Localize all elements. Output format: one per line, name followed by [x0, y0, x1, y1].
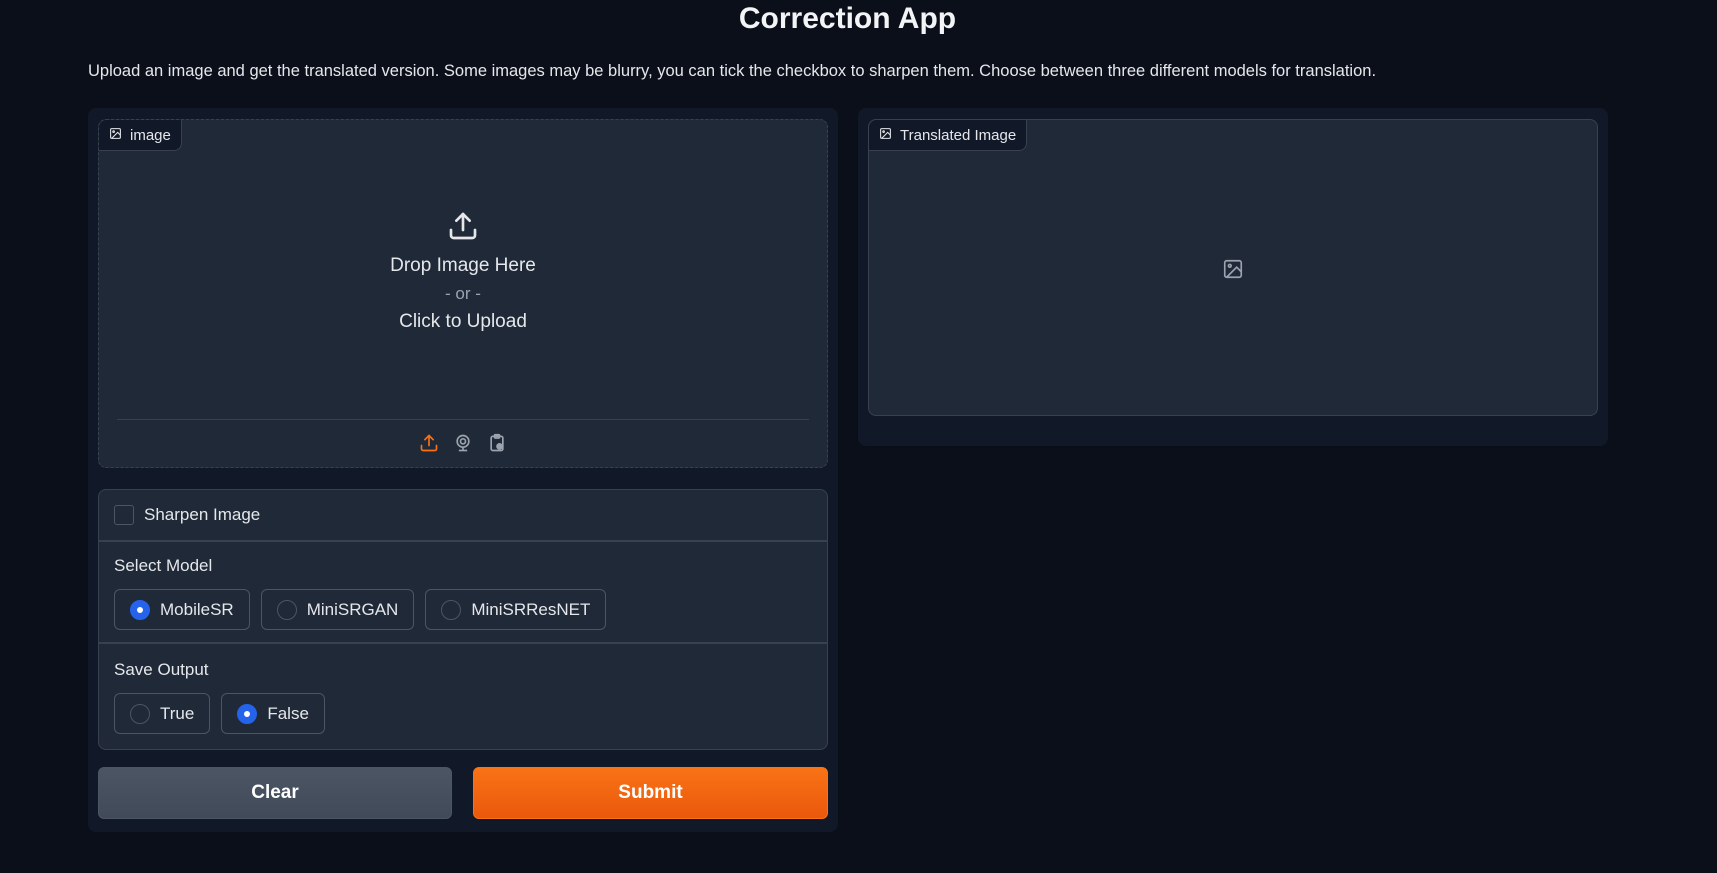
or-separator: - or -: [445, 284, 481, 303]
radio-label: True: [160, 703, 195, 723]
upload-arrow-icon: [447, 210, 479, 242]
sharpen-checkbox[interactable]: [114, 505, 134, 525]
source-divider: [117, 419, 809, 420]
translated-image-output: Translated Image: [868, 119, 1598, 416]
radio-selected-icon: [237, 703, 258, 724]
radio-mobilesr[interactable]: MobileSR: [114, 589, 250, 630]
save-output-selector: Save Output True False: [99, 646, 827, 749]
radio-unselected-icon: [276, 599, 297, 620]
submit-button[interactable]: Submit: [473, 767, 828, 819]
radio-label: MiniSRGAN: [306, 599, 399, 619]
image-label: image: [130, 126, 171, 144]
radio-label: False: [267, 703, 309, 723]
clear-button[interactable]: Clear: [98, 767, 452, 819]
radio-false[interactable]: False: [221, 693, 325, 734]
radio-unselected-icon: [130, 703, 150, 724]
radio-label: MobileSR: [160, 599, 234, 619]
image-upload-dropzone[interactable]: image Drop Image Here - or - Click to Up…: [98, 119, 828, 468]
input-column: image Drop Image Here - or - Click to Up…: [88, 108, 838, 832]
radio-true[interactable]: True: [114, 693, 211, 734]
options-panel: Sharpen Image Select Model MobileSR Mini…: [98, 489, 828, 750]
clipboard-icon[interactable]: [487, 433, 507, 453]
source-selector: [99, 433, 827, 453]
radio-minisrgan[interactable]: MiniSRGAN: [260, 589, 415, 630]
model-selector: Select Model MobileSR MiniSRGAN MiniSRRe…: [99, 542, 827, 644]
radio-label: MiniSRResNET: [471, 599, 591, 619]
upload-prompt[interactable]: Drop Image Here - or - Click to Upload: [99, 210, 827, 335]
page-description: Upload an image and get the translated v…: [88, 62, 1377, 80]
sharpen-label: Sharpen Image: [144, 505, 261, 524]
image-icon: [109, 127, 122, 144]
radio-unselected-icon: [441, 599, 462, 620]
drop-image-text: Drop Image Here: [390, 255, 536, 276]
image-label-tag: image: [99, 120, 182, 151]
page-title: Correction App: [738, 2, 957, 35]
save-output-title: Save Output: [114, 660, 209, 679]
image-placeholder-icon: [1222, 258, 1244, 280]
click-to-upload-text: Click to Upload: [399, 311, 527, 332]
output-column: Translated Image: [858, 108, 1608, 446]
model-selector-title: Select Model: [114, 556, 213, 575]
webcam-icon[interactable]: [453, 433, 473, 453]
translated-image-label: Translated Image: [900, 126, 1017, 144]
radio-minisrresnet[interactable]: MiniSRResNET: [425, 589, 607, 630]
image-icon: [879, 127, 892, 144]
radio-selected-icon: [130, 599, 150, 620]
upload-icon[interactable]: [419, 433, 439, 453]
translated-image-label-tag: Translated Image: [869, 120, 1028, 151]
sharpen-row[interactable]: Sharpen Image: [99, 490, 827, 542]
